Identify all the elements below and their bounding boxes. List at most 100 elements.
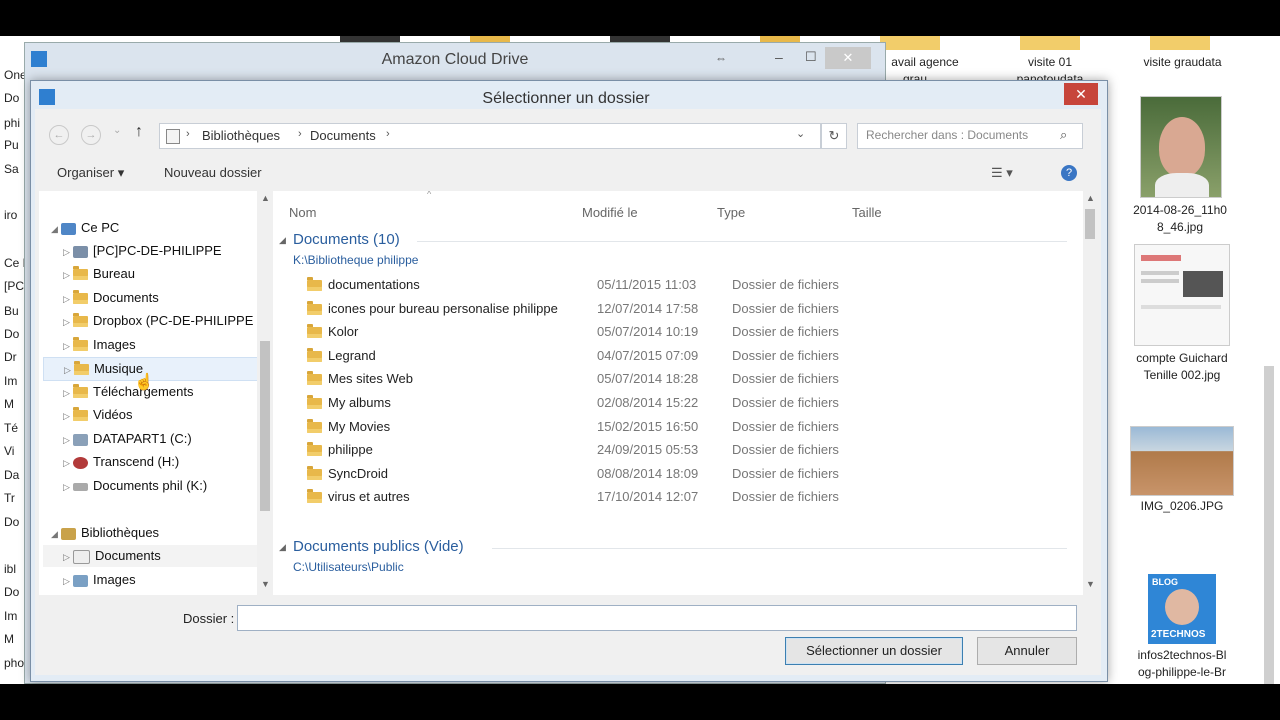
edge-text: pho (4, 656, 24, 670)
tree-item[interactable]: ▷ Images (63, 569, 136, 591)
scroll-thumb[interactable] (260, 341, 270, 511)
select-folder-button[interactable]: Sélectionner un dossier (785, 637, 963, 665)
blog-thumbnail[interactable]: BLOG 2TECHNOS (1148, 574, 1216, 644)
edge-text: Sa (4, 162, 19, 176)
file-list: ^ Nom Modifié le Type Taille ◢ Documents… (277, 191, 1083, 595)
view-options-icon[interactable]: ☰ ▾ (991, 165, 1013, 181)
blog-badge-bottom: 2TECHNOS (1151, 629, 1206, 640)
list-item[interactable]: philippe 24/09/2015 05:53 Dossier de fichi… (307, 438, 1083, 461)
scroll-up-icon[interactable]: ▲ (1086, 193, 1095, 203)
edge-text: Té (4, 421, 19, 435)
search-input[interactable]: Rechercher dans : Documents ⌕ (857, 123, 1083, 149)
photo-thumbnail[interactable] (1140, 96, 1222, 198)
list-item[interactable]: Mes sites Web 05/07/2014 18:28 Dossier de … (307, 367, 1083, 390)
group-title[interactable]: Documents publics (Vide) (293, 538, 464, 555)
file-date: 08/08/2014 18:09 (597, 465, 699, 481)
document-thumbnail[interactable] (1134, 244, 1230, 346)
tree-item[interactable]: ▷ Vidéos (63, 404, 133, 426)
group-path: K:\Bibliotheque philippe (293, 253, 419, 267)
tree-item[interactable]: ▷ DATAPART1 (C:) (63, 428, 192, 450)
file-label[interactable]: infos2technos-Bl (1120, 647, 1244, 664)
file-label[interactable]: compte Guichard (1120, 350, 1244, 367)
collapse-icon[interactable]: ◢ (279, 542, 286, 553)
new-folder-button[interactable]: Nouveau dossier (164, 165, 262, 180)
tree-item[interactable]: ▷ Téléchargements (63, 381, 193, 403)
list-item[interactable]: virus et autres 17/10/2014 12:07 Dossier d… (307, 485, 1083, 508)
tree-item[interactable]: ▷ Documents phil (K:) (63, 475, 207, 497)
list-scrollbar[interactable]: ▲ ▼ (1083, 191, 1097, 595)
collapse-icon[interactable]: ◢ (279, 235, 286, 246)
list-item[interactable]: Legrand 04/07/2015 07:09 Dossier de fichie… (307, 344, 1083, 367)
breadcrumb-libraries[interactable]: Bibliothèques (202, 128, 280, 143)
close-button[interactable]: ✕ (1064, 83, 1098, 105)
organize-menu[interactable]: Organiser ▾ (57, 165, 124, 181)
scroll-thumb[interactable] (1085, 209, 1095, 239)
tree-item-selected[interactable]: ▷ Documents (43, 545, 271, 567)
file-label[interactable]: IMG_0206.JPG (1120, 498, 1244, 515)
scroll-down-icon[interactable]: ▼ (261, 579, 270, 589)
desktop-scrollbar[interactable] (1264, 366, 1274, 684)
tree-label: Images (93, 572, 136, 587)
desktop-icon-label[interactable]: visite 01 (1000, 54, 1100, 71)
list-item[interactable]: My Movies 15/02/2015 16:50 Dossier de fich… (307, 415, 1083, 438)
folder-icon (307, 395, 322, 410)
file-label[interactable]: 2014-08-26_11h0 (1120, 202, 1240, 219)
close-icon[interactable]: ✕ (825, 47, 871, 69)
minimize-icon[interactable]: – (775, 49, 783, 65)
back-icon[interactable]: ← (49, 125, 69, 145)
up-icon[interactable]: ↑ (135, 123, 143, 141)
column-name[interactable]: Nom (289, 205, 316, 220)
list-item[interactable]: SyncDroid 08/08/2014 18:09 Dossier de fich… (307, 462, 1083, 485)
photo-thumbnail[interactable] (1130, 426, 1234, 496)
forward-icon[interactable]: → (81, 125, 101, 145)
tree-item-ce-pc[interactable]: ◢ Ce PC (51, 217, 119, 239)
search-icon[interactable]: ⌕ (1060, 127, 1067, 143)
window-title: Amazon Cloud Drive (381, 51, 529, 68)
edge-text: Vi (4, 444, 15, 458)
folder-label: Dossier : (183, 611, 235, 626)
breadcrumb-documents[interactable]: Documents (310, 128, 376, 143)
list-item[interactable]: My albums 02/08/2014 15:22 Dossier de fich… (307, 391, 1083, 414)
file-type: Dossier de fichiers (732, 395, 839, 410)
maximize-icon[interactable]: ☐ (805, 49, 817, 65)
scroll-up-icon[interactable]: ▲ (261, 193, 270, 203)
list-item[interactable]: icones pour bureau personalise philippe 1… (307, 297, 1083, 320)
edge-text: Do (4, 91, 20, 105)
tree-item[interactable]: ▷ Bureau (63, 263, 135, 285)
cancel-button[interactable]: Annuler (977, 637, 1077, 665)
list-item[interactable]: Kolor 05/07/2014 10:19 Dossier de fichiers (307, 320, 1083, 343)
tree-item[interactable]: ▷ Documents (63, 287, 159, 309)
tree-item-libraries[interactable]: ◢ Bibliothèques (51, 522, 159, 544)
help-icon[interactable]: ? (1061, 165, 1077, 181)
recent-chevron-icon[interactable]: ⌄ (113, 125, 121, 136)
tree-label: DATAPART1 (C:) (93, 431, 192, 446)
resize-icon[interactable]: ⇔ (715, 51, 727, 65)
edge-text: Ce P (4, 256, 24, 270)
column-modified[interactable]: Modifié le (582, 205, 638, 220)
column-type[interactable]: Type (717, 205, 745, 220)
tree-item[interactable]: ▷ [PC]PC-DE-PHILIPPE (63, 240, 222, 262)
tree-item[interactable]: ▷ Transcend (H:) (63, 451, 179, 473)
edge-text: Dr (4, 350, 17, 364)
history-dropdown-icon[interactable]: ⌄ (796, 127, 805, 140)
list-item[interactable]: documentations 05/11/2015 11:03 Dossier de… (307, 273, 1083, 296)
edge-text: Im (4, 374, 18, 388)
folder-icon (307, 371, 322, 386)
tree-item-hovered[interactable]: ▷ Musique (43, 357, 271, 381)
scroll-down-icon[interactable]: ▼ (1086, 579, 1095, 589)
column-size[interactable]: Taille (852, 205, 882, 220)
folder-icon (880, 36, 940, 50)
group-title[interactable]: Documents (10) (293, 231, 400, 248)
folder-input[interactable] (237, 605, 1077, 631)
tree-item[interactable]: ▷ Dropbox (PC-DE-PHILIPPE (63, 310, 253, 332)
tree-scrollbar[interactable]: ▲ ▼ (257, 191, 273, 595)
file-date: 05/07/2014 10:19 (597, 324, 699, 340)
desktop-icon-label[interactable]: avail agence (880, 54, 970, 71)
tree-item[interactable]: ▷ Images (63, 334, 136, 356)
file-label: Tenille 002.jpg (1143, 368, 1221, 382)
address-bar[interactable]: › Bibliothèques › Documents › ⌄ (159, 123, 821, 149)
refresh-icon[interactable]: ↻ (821, 123, 847, 149)
documents-library-icon (73, 549, 90, 564)
downloads-folder-icon (73, 384, 88, 399)
desktop-icon-label[interactable]: visite graudata (1130, 54, 1235, 71)
